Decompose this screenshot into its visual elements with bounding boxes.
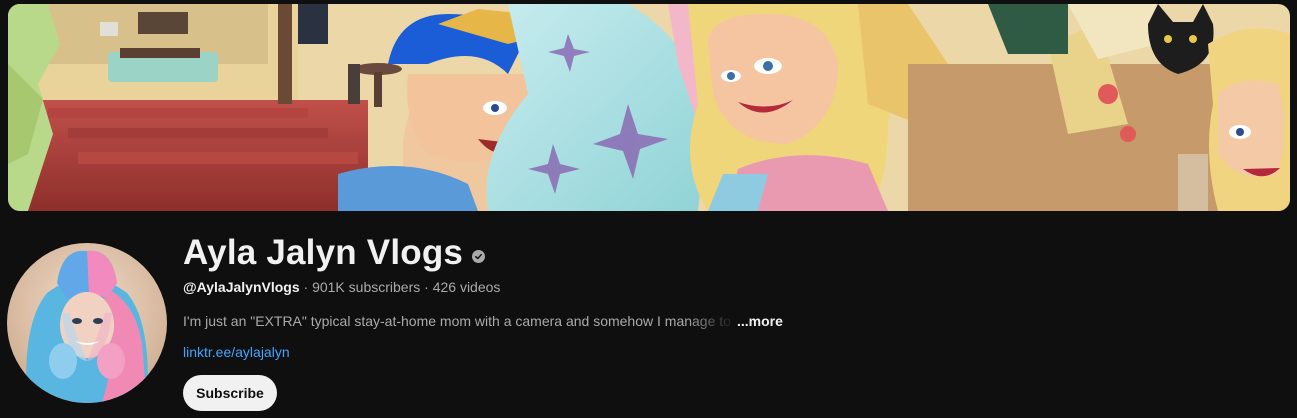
banner-illustration [8,4,1290,211]
channel-name: Ayla Jalyn Vlogs [183,233,464,272]
avatar-image [7,243,167,403]
meta-separator: · [303,279,309,295]
more-button[interactable]: ...more [737,313,783,329]
description-text: I'm just an "EXTRA" typical stay-at-home… [183,313,736,329]
channel-link[interactable]: linktr.ee/aylajalyn [183,344,290,360]
subscribe-button[interactable]: Subscribe [183,375,277,411]
subscriber-count: 901K subscribers [312,279,421,295]
channel-description[interactable]: I'm just an "EXTRA" typical stay-at-home… [183,312,783,330]
channel-handle: @AylaJalynVlogs [183,279,300,295]
channel-title-row: Ayla Jalyn Vlogs [183,232,486,274]
channel-meta: @AylaJalynVlogs · 901K subscribers · 426… [183,279,500,295]
channel-banner [8,4,1290,211]
meta-separator: · [424,279,429,295]
channel-avatar[interactable] [7,243,167,403]
video-count: 426 videos [432,279,501,295]
verified-check-icon [472,249,486,263]
